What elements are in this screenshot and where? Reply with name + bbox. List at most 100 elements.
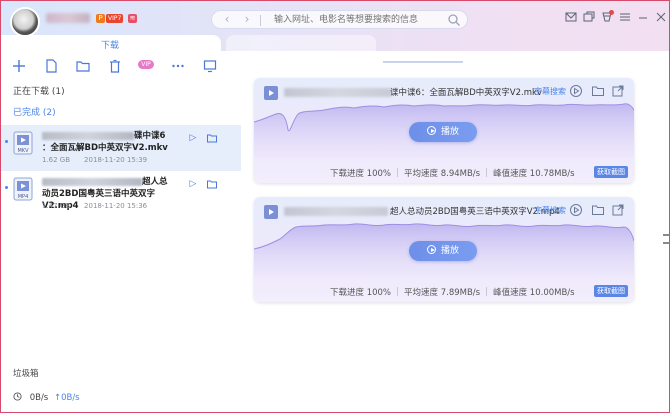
play-icon [426,245,436,254]
open-external-icon[interactable] [611,84,625,98]
avatar[interactable] [10,7,40,37]
card-title: 谍中谍6：全面瓦解BD中英双字V2.mkv [390,88,542,98]
folder-icon[interactable] [75,58,91,74]
new-file-icon[interactable] [43,58,59,74]
play-icon[interactable]: ▷ [187,178,199,190]
detail-panel: 谍中谍6：全面瓦解BD中英双字V2.mkv 字幕搜索 播放 下载进度 100% … [241,51,669,412]
forward-icon[interactable]: › [240,13,254,27]
folder-icon[interactable] [591,203,605,217]
menu-icon[interactable] [617,9,633,25]
filename-blurred [42,131,134,140]
new-dot [5,186,8,189]
video-file-icon [264,205,278,219]
subtitle-search-button[interactable]: 字幕搜索 [534,205,566,216]
search-icon[interactable] [447,13,461,27]
tab-download-label: 下载 [101,41,120,51]
file-name-line1: 碟中谍6 [134,131,166,141]
play-icon [426,126,436,135]
level-badge[interactable]: ≋ [128,14,137,23]
filename-blurred [42,177,142,186]
app-window: P VIP7 ≋ ‹ › 输入网址、电影名等想要搜索的信息 下载 VIP 正在下… [0,0,670,413]
stat-divider [486,287,488,296]
file-size: 1.47 GB [42,202,71,210]
search-input[interactable] [274,12,444,27]
title-bar: P VIP7 ≋ ‹ › 输入网址、电影名等想要搜索的信息 下载 [1,1,669,51]
file-meta: 1.62 GB 2018-11-20 15:39 [42,156,147,164]
mail-icon[interactable] [563,9,579,25]
video-file-icon [264,86,278,100]
title-blurred [284,207,388,216]
section-downloading[interactable]: 正在下载 (1) [13,84,65,97]
stat-divider [486,168,488,177]
file-date: 2018-11-20 15:36 [84,202,148,210]
play-label: 播放 [440,127,459,137]
video-card: 超人总动员2BD国粤英三语中英双字V2.mp4 字幕搜索 播放 下载进度 100… [254,197,634,302]
download-stats: 下载进度 100% 平均速度 8.94MB/s 峰值速度 10.78MB/s [330,167,575,179]
avg-speed-text: 平均速度 7.89MB/s [404,288,481,298]
new-dot [5,140,8,143]
tab-secondary[interactable] [226,35,376,51]
stat-divider [397,168,399,177]
play-icon[interactable]: ▷ [187,132,199,144]
file-date: 2018-11-20 15:39 [84,156,148,164]
clock-icon [13,392,22,401]
play-circle-icon[interactable] [569,84,583,98]
play-circle-icon[interactable] [569,203,583,217]
file-size: 1.62 GB [42,156,71,164]
file-meta: 1.47 GB 2018-11-20 15:36 [42,202,147,210]
back-icon[interactable]: ‹ [220,13,234,27]
address-bar: ‹ › [211,10,468,29]
peak-speed-text: 峰值速度 10.00MB/s [493,288,575,298]
list-item[interactable]: MP4 超人总 动员2BD国粤英三语中英双字V2.mp4 1.47 GB 2018… [1,171,241,217]
download-sidebar: VIP 正在下载 (1) 已完成 (2) MKV 碟中谍6 ：全面瓦解BD中英双… [1,51,253,412]
restore-window-icon[interactable] [581,9,597,25]
download-stats: 下载进度 100% 平均速度 7.89MB/s 峰值速度 10.00MB/s [330,286,575,298]
close-icon[interactable] [653,9,669,25]
video-file-icon: MKV [13,131,33,155]
file-name-line2: ：全面瓦解BD中英双字V2.mkv [42,143,168,153]
file-ext-label: MP4 [18,194,29,200]
play-button[interactable]: 播放 [409,241,477,261]
nav-divider [260,15,261,26]
file-name: 碟中谍6 ：全面瓦解BD中英双字V2.mkv [42,130,182,154]
list-item[interactable]: MKV 碟中谍6 ：全面瓦解BD中英双字V2.mkv 1.62 GB 2018-1… [1,125,253,171]
avg-speed-text: 平均速度 8.94MB/s [404,169,481,179]
upload-speed: ↑0B/s [53,393,80,403]
file-ext-label: MKV [17,148,29,154]
add-icon[interactable] [11,58,27,74]
trash-section[interactable]: 垃圾箱 [13,367,39,379]
open-external-icon[interactable] [611,203,625,217]
more-icon[interactable] [170,58,186,74]
screenshot-button[interactable]: 获取截图 [594,285,628,297]
screen-icon[interactable] [202,58,218,74]
open-folder-icon[interactable] [206,132,218,144]
video-card: 谍中谍6：全面瓦解BD中英双字V2.mkv 字幕搜索 播放 下载进度 100% … [254,78,634,183]
folder-icon[interactable] [591,84,605,98]
minimize-icon[interactable] [635,9,651,25]
progress-text: 下载进度 100% [330,288,392,298]
vip-level-badge[interactable]: VIP7 [106,14,124,23]
scrollbar-mark[interactable] [663,242,669,244]
peak-speed-text: 峰值速度 10.78MB/s [493,169,575,179]
open-folder-icon[interactable] [206,178,218,190]
scrollbar-mark[interactable] [663,234,669,236]
notification-dot [609,10,614,15]
screenshot-button[interactable]: 获取截图 [594,166,628,178]
username-blurred [46,13,90,23]
subtitle-search-button[interactable]: 字幕搜索 [534,86,566,97]
delete-icon[interactable] [107,58,123,74]
video-file-icon: MP4 [13,177,33,201]
stat-divider [397,287,399,296]
play-button[interactable]: 播放 [409,122,477,142]
title-blurred [284,88,392,97]
tab-underline [383,61,463,63]
play-label: 播放 [440,246,459,256]
p-badge: P [96,14,105,23]
vip-button[interactable]: VIP [138,60,154,69]
download-speed: 0B/s [29,393,49,403]
file-name-line1: 超人总 [142,177,168,187]
tab-download[interactable]: 下载 [1,35,221,51]
section-completed[interactable]: 已完成 (2) [13,105,56,118]
speed-status: 0B/s ↑0B/s [13,392,80,403]
progress-text: 下载进度 100% [330,169,392,179]
